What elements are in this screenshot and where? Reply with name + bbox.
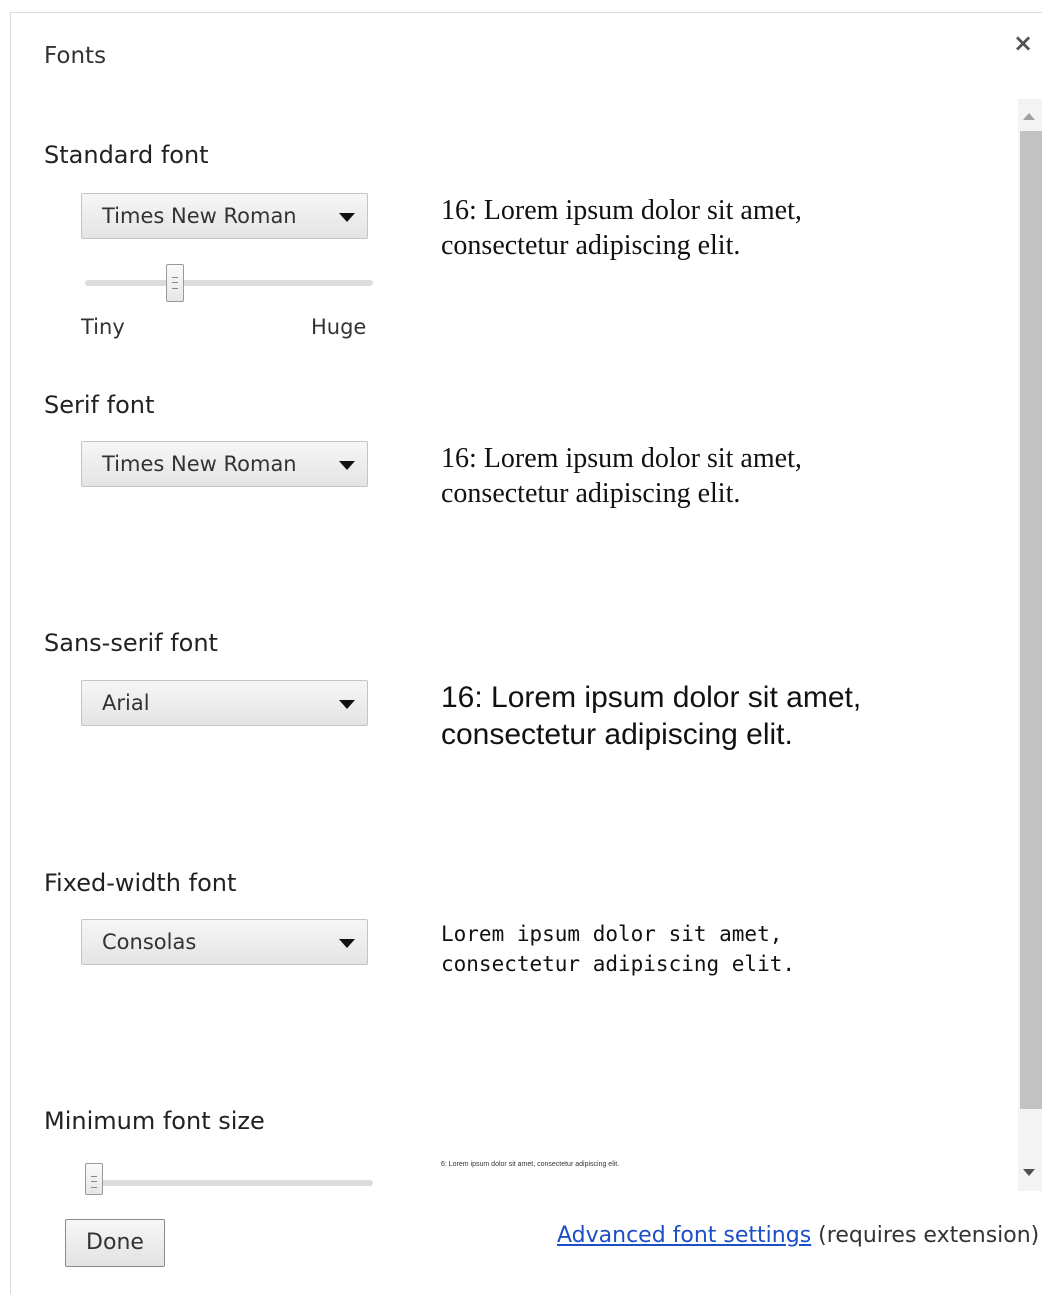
footer-note: Advanced font settings (requires extensi… [557,1223,1039,1248]
minimum-size-slider-track[interactable] [85,1180,373,1186]
fixed-width-font-select[interactable]: Consolas [81,919,368,965]
sans-serif-font-select[interactable]: Arial [81,680,368,726]
scroll-down-icon[interactable] [1023,1169,1035,1176]
fixed-width-font-value: Consolas [102,930,197,954]
slider-max-label: Huge [311,315,367,339]
font-size-slider-thumb[interactable] [166,264,184,302]
minimum-font-preview: 6: Lorem ipsum dolor sit amet, consectet… [441,1161,620,1168]
scrollbar[interactable] [1018,99,1042,1191]
requires-extension-note: (requires extension) [818,1223,1040,1248]
fixed-width-font-preview: Lorem ipsum dolor sit amet, consectetur … [441,922,796,976]
sans-serif-font-preview: 16: Lorem ipsum dolor sit amet, consecte… [441,681,862,751]
standard-font-select[interactable]: Times New Roman [81,193,368,239]
done-button[interactable]: Done [65,1219,165,1267]
dialog-title: Fonts [44,43,107,69]
minimum-size-slider-thumb[interactable] [85,1163,103,1195]
scroll-up-icon[interactable] [1023,113,1035,120]
close-icon[interactable]: × [1011,31,1035,55]
advanced-font-settings-link[interactable]: Advanced font settings [557,1223,811,1248]
fixed-width-font-label: Fixed-width font [44,869,237,897]
chevron-down-icon [339,939,355,948]
serif-font-preview: 16: Lorem ipsum dolor sit amet, consecte… [441,443,802,509]
standard-font-value: Times New Roman [102,204,297,228]
sans-serif-font-value: Arial [102,691,150,715]
slider-min-label: Tiny [81,315,125,339]
fonts-dialog: Fonts × Standard font Times New Roman Ti… [10,12,1042,1294]
chevron-down-icon [339,700,355,709]
minimum-font-size-label: Minimum font size [44,1107,265,1135]
serif-font-label: Serif font [44,391,155,419]
chevron-down-icon [339,213,355,222]
standard-font-label: Standard font [44,141,209,169]
scrollbar-thumb[interactable] [1020,131,1042,1109]
serif-font-value: Times New Roman [102,452,297,476]
serif-font-select[interactable]: Times New Roman [81,441,368,487]
chevron-down-icon [339,461,355,470]
sans-serif-font-label: Sans-serif font [44,629,218,657]
font-size-slider-track[interactable] [85,280,373,286]
standard-font-preview: 16: Lorem ipsum dolor sit amet, consecte… [441,195,802,261]
